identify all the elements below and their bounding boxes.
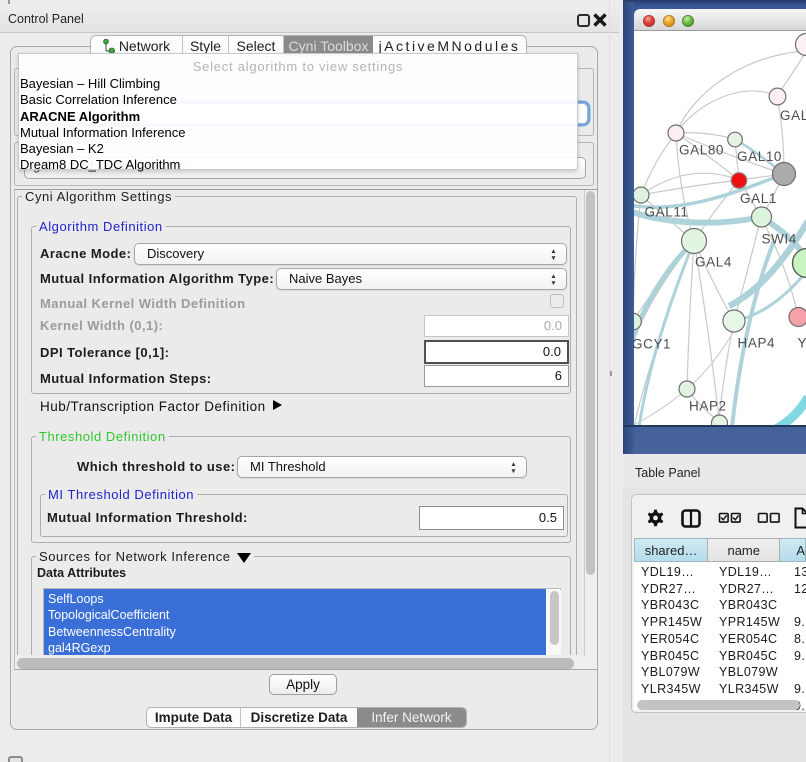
svg-text:GAL80: GAL80 xyxy=(679,143,724,158)
svg-text:GAL1: GAL1 xyxy=(740,191,777,206)
svg-text:HAP2: HAP2 xyxy=(689,399,727,414)
svg-text:HAP4: HAP4 xyxy=(738,336,776,351)
svg-text:Y: Y xyxy=(798,336,806,351)
svg-text:SWI4: SWI4 xyxy=(762,232,797,247)
svg-text:GAL: GAL xyxy=(780,108,806,123)
svg-text:GAL4: GAL4 xyxy=(695,255,732,270)
svg-text:GAL11: GAL11 xyxy=(645,205,689,220)
svg-text:GAL10: GAL10 xyxy=(737,149,782,164)
svg-text:GCY1: GCY1 xyxy=(634,337,671,352)
